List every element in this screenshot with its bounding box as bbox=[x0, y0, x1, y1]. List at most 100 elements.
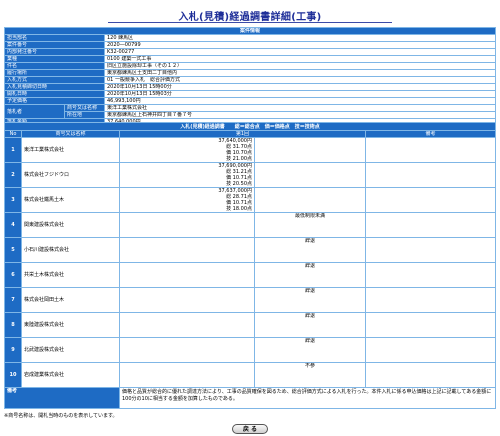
bidder-no: 9 bbox=[4, 337, 22, 363]
table-row: 9 北武建設株式会社 辞退 bbox=[4, 337, 497, 363]
bidder-no: 5 bbox=[4, 237, 22, 263]
bid-results-header: 入札(見積)経過調書 総＝総合点 価＝価格点 技＝技術点 bbox=[4, 122, 496, 131]
info-label: 件名 bbox=[4, 62, 105, 70]
bidder-no: 7 bbox=[4, 287, 22, 313]
bidder-no: 1 bbox=[4, 137, 22, 163]
bid-status: 辞退 bbox=[254, 312, 366, 338]
bid-amount-cell bbox=[119, 287, 255, 313]
bid-remark bbox=[364, 337, 497, 363]
score-value: 技 20.50点 bbox=[226, 181, 252, 187]
bidder-no: 2 bbox=[4, 162, 22, 188]
score-value: 技 18.00点 bbox=[226, 206, 252, 212]
page-title: 入札(見積)経過調書詳細(工事) bbox=[178, 12, 322, 23]
bidder-no: 3 bbox=[4, 187, 22, 213]
bidder-no: 10 bbox=[4, 362, 22, 388]
info-label: 案件番号 bbox=[4, 41, 105, 49]
bid-remark bbox=[364, 137, 497, 163]
info-label: 入札方式 bbox=[4, 76, 105, 84]
bid-remark bbox=[364, 312, 497, 338]
info-label: 開札日時 bbox=[4, 90, 105, 98]
info-value: K32-00277 bbox=[104, 48, 496, 56]
table-row: 6 共栄土木株式会社 辞退 bbox=[4, 262, 497, 288]
bid-amount-cell: 37,637,000円総 28.71点価 10.71点技 18.00点 bbox=[119, 187, 255, 213]
info-value: 01 一般競争入札 総合評価方式 bbox=[104, 76, 496, 84]
info-value: 旧区立施設除却工事（その１２） bbox=[104, 62, 496, 70]
bidder-no: 6 bbox=[4, 262, 22, 288]
biko-text: 価格と品質が総合的に優れた調達方法により、工事の品質確保を図るため、総合評価方式… bbox=[119, 387, 496, 409]
winner-sub-value: 東洋工業株式会社 bbox=[104, 104, 496, 112]
bid-results-table: 入札(見積)経過調書 総＝総合点 価＝価格点 技＝技術点 No 商号又は名称 第… bbox=[4, 122, 497, 409]
bidder-name: 小石川建設株式会社 bbox=[21, 237, 120, 263]
info-value: 120 練馬区 bbox=[104, 34, 496, 42]
info-value: 0100 建築一式工事 bbox=[104, 55, 496, 63]
bid-amount-cell bbox=[119, 337, 255, 363]
bid-amount-cell bbox=[119, 362, 255, 388]
bidder-name: 北武建設株式会社 bbox=[21, 337, 120, 363]
bidder-name: 岩成建業株式会社 bbox=[21, 362, 120, 388]
info-label: 履行場所 bbox=[4, 69, 105, 77]
bid-amount-cell bbox=[119, 212, 255, 238]
info-value: 2020―00799 bbox=[104, 41, 496, 49]
col-header-name: 商号又は名称 bbox=[21, 130, 120, 138]
table-row: 2 株式会社フジドウロ 37,690,000円総 31.21点価 10.71点技 2… bbox=[4, 162, 497, 188]
table-row: 10 岩成建業株式会社 不参 bbox=[4, 362, 497, 388]
bid-remark bbox=[364, 262, 497, 288]
winner-sub-value: 東京都練馬区上石神井四丁目７番７号 bbox=[104, 111, 496, 119]
bid-remark bbox=[364, 362, 497, 388]
info-label: 予定価格 bbox=[4, 97, 105, 105]
table-row: 1 東洋工業株式会社 37,640,000円総 31.70点価 10.70点技 21… bbox=[4, 137, 497, 163]
bidder-name: 関東建設株式会社 bbox=[21, 212, 120, 238]
case-info-header: 案件情報 bbox=[4, 27, 496, 35]
winner-sub-label: 所在地 bbox=[64, 111, 105, 119]
info-value: 2020年10月13日 15時00分 bbox=[104, 83, 496, 91]
bid-remark bbox=[364, 237, 497, 263]
bid-amount-cell: 37,690,000円総 31.21点価 10.71点技 20.50点 bbox=[119, 162, 255, 188]
bid-amount-cell: 37,640,000円総 31.70点価 10.70点技 21.00点 bbox=[119, 137, 255, 163]
info-value: 46,993,100円 bbox=[104, 97, 496, 105]
bid-remark bbox=[364, 212, 497, 238]
bid-status: 辞退 bbox=[254, 262, 366, 288]
bidder-name: 共栄土木株式会社 bbox=[21, 262, 120, 288]
winner-label: 落札者 bbox=[4, 104, 65, 119]
back-button[interactable]: 戻 る bbox=[232, 424, 268, 434]
info-label: 担当部名 bbox=[4, 34, 105, 42]
bidder-name: 株式会社フジドウロ bbox=[21, 162, 120, 188]
bid-amount-cell bbox=[119, 312, 255, 338]
info-value: 2020年10月13日 15時03分 bbox=[104, 90, 496, 98]
bid-status: 辞退 bbox=[254, 287, 366, 313]
bid-status: 辞退 bbox=[254, 237, 366, 263]
table-row: 4 関東建設株式会社 最低制限未満 bbox=[4, 212, 497, 238]
bid-status bbox=[254, 187, 366, 213]
bidder-name: 東洋工業株式会社 bbox=[21, 137, 120, 163]
case-info-table: 案件情報 担当部名 120 練馬区 案件番号 2020―00799 内部発注番号 K32-… bbox=[4, 27, 496, 126]
info-value: 東京都練馬区土支田二丁目他内 bbox=[104, 69, 496, 77]
bid-status: 不参 bbox=[254, 362, 366, 388]
bidder-no: 4 bbox=[4, 212, 22, 238]
bidder-name: 株式会社鐵馬土木 bbox=[21, 187, 120, 213]
title-underline bbox=[108, 22, 392, 23]
table-row: 3 株式会社鐵馬土木 37,637,000円総 28.71点価 10.71点技 18… bbox=[4, 187, 497, 213]
bid-amount-cell bbox=[119, 237, 255, 263]
footnote: ※商号名称は、開札当時のものを表示しています。 bbox=[4, 413, 118, 419]
bid-remark bbox=[364, 287, 497, 313]
table-row: 8 東陸建設株式会社 辞退 bbox=[4, 312, 497, 338]
bid-status bbox=[254, 162, 366, 188]
info-label: 内部発注番号 bbox=[4, 48, 105, 56]
col-header-round1: 第1回 bbox=[119, 130, 366, 138]
winner-sub-label: 商号又は名称 bbox=[64, 104, 105, 112]
bidder-name: 東陸建設株式会社 bbox=[21, 312, 120, 338]
score-value: 技 21.00点 bbox=[226, 156, 252, 162]
bid-remark bbox=[364, 162, 497, 188]
info-label: 入札見積締切日時 bbox=[4, 83, 105, 91]
table-row: 5 小石川建設株式会社 辞退 bbox=[4, 237, 497, 263]
bid-status: 最低制限未満 bbox=[254, 212, 366, 238]
bid-amount-cell bbox=[119, 262, 255, 288]
bid-remark bbox=[364, 187, 497, 213]
bid-status: 辞退 bbox=[254, 337, 366, 363]
bidder-name: 株式会社岡田土木 bbox=[21, 287, 120, 313]
col-header-no: No bbox=[4, 130, 22, 138]
info-label: 業種 bbox=[4, 55, 105, 63]
biko-label: 備考 bbox=[4, 387, 120, 409]
col-header-remark: 備考 bbox=[364, 130, 497, 138]
table-row: 7 株式会社岡田土木 辞退 bbox=[4, 287, 497, 313]
